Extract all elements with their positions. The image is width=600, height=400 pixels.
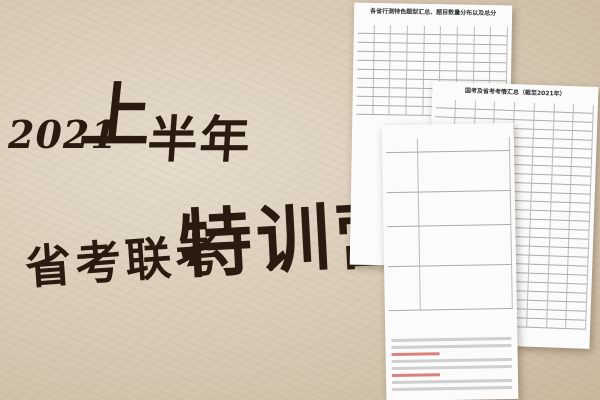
title-half-char: 上	[77, 74, 156, 157]
document-3-table	[385, 136, 513, 312]
document-1-heading: 各省行测特色题型汇总、题目数量分布以及总分	[370, 7, 497, 18]
document-sheet-3	[381, 122, 519, 400]
title-half-rest: 半年	[145, 110, 254, 169]
document-3-notes	[391, 333, 513, 395]
